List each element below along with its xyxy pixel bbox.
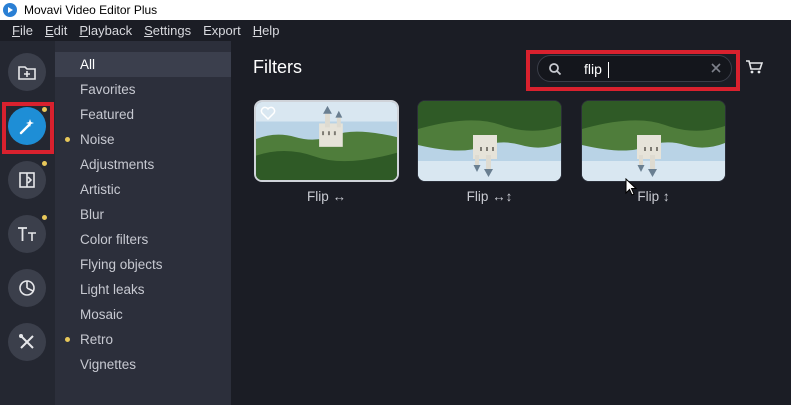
category-item[interactable]: All — [55, 52, 231, 77]
category-label: Featured — [80, 107, 135, 122]
category-item[interactable]: Favorites — [55, 77, 231, 102]
filters-panel: Filters flip Flip ↔ Flip ↔↕ Flip ↕ — [231, 41, 791, 405]
category-label: Light leaks — [80, 282, 145, 297]
category-item[interactable]: Color filters — [55, 227, 231, 252]
import-button[interactable] — [8, 53, 46, 91]
category-label: Vignettes — [80, 357, 137, 372]
menu-item[interactable]: File — [6, 23, 39, 38]
filter-thumbnail[interactable] — [581, 100, 726, 182]
filter-label: Flip ↕ — [637, 189, 670, 204]
category-label: Blur — [80, 207, 105, 222]
transitions-icon — [19, 172, 35, 188]
menu-item-mnemonic: P — [79, 23, 89, 38]
menu-item-mnemonic: E — [44, 23, 54, 38]
filter-label: Flip ↔↕ — [466, 189, 513, 204]
app-logo-icon — [3, 3, 17, 17]
menu-item-label: layback — [88, 23, 133, 38]
titles-button[interactable] — [8, 215, 46, 253]
menu-item-label: dit — [53, 23, 68, 38]
import-icon — [18, 66, 36, 80]
menu-item-label: elp — [262, 23, 280, 38]
filter-thumbnail[interactable] — [417, 100, 562, 182]
category-item[interactable]: Blur — [55, 202, 231, 227]
filter-card[interactable]: Flip ↔ — [254, 100, 399, 204]
page-title: Filters — [253, 57, 302, 77]
menu-item[interactable]: Playback — [73, 23, 138, 38]
title-bar: Movavi Video Editor Plus — [0, 0, 791, 20]
menu-item-mnemonic: S — [144, 23, 153, 38]
category-item[interactable]: Flying objects — [55, 252, 231, 277]
category-label: Retro — [80, 332, 114, 347]
category-item[interactable]: Featured — [55, 102, 231, 127]
menu-item[interactable]: Help — [247, 23, 286, 38]
category-item[interactable]: Noise — [55, 127, 231, 152]
new-badge-dot — [65, 337, 70, 342]
titles-icon — [18, 227, 36, 241]
category-item[interactable]: Light leaks — [55, 277, 231, 302]
transitions-button[interactable] — [8, 161, 46, 199]
filter-category-list: All Favorites Featured Noise Adjustments Arti… — [55, 41, 231, 405]
text-caret — [608, 62, 609, 78]
highlight-box-filters — [2, 102, 54, 154]
category-item[interactable]: Vignettes — [55, 352, 231, 377]
new-badge-dot — [65, 137, 70, 142]
new-badge-dot — [42, 215, 47, 220]
menu-bar: File Edit Playback Settings Export Help — [0, 20, 791, 41]
filter-card[interactable]: Flip ↕ — [581, 100, 726, 204]
category-label: Flying objects — [80, 257, 163, 272]
search-field[interactable]: flip — [537, 55, 732, 82]
store-cart-icon[interactable] — [745, 59, 763, 75]
more-tools-button[interactable] — [8, 323, 46, 361]
stickers-button[interactable] — [8, 269, 46, 307]
category-label: Color filters — [80, 232, 149, 247]
window-title: Movavi Video Editor Plus — [24, 3, 158, 17]
category-label: All — [80, 57, 96, 72]
tools-icon — [19, 334, 34, 349]
menu-item-label: Export — [203, 23, 241, 38]
menu-item[interactable]: Export — [197, 23, 247, 38]
category-label: Adjustments — [80, 157, 155, 172]
favorite-heart-icon[interactable] — [260, 106, 276, 120]
menu-item[interactable]: Settings — [138, 23, 197, 38]
menu-item-label: ile — [19, 23, 33, 38]
menu-item-label: ettings — [152, 23, 192, 38]
pie-sticker-icon — [19, 280, 35, 296]
left-toolbar — [0, 41, 55, 405]
category-item[interactable]: Adjustments — [55, 152, 231, 177]
menu-item-mnemonic: F — [12, 23, 20, 38]
category-label: Artistic — [80, 182, 121, 197]
menu-item-mnemonic: H — [252, 23, 263, 38]
category-label: Mosaic — [80, 307, 123, 322]
filter-label: Flip ↔ — [306, 189, 346, 204]
search-icon — [549, 63, 562, 76]
category-item[interactable]: Mosaic — [55, 302, 231, 327]
new-badge-dot — [42, 161, 47, 166]
category-label: Noise — [80, 132, 115, 147]
clear-search-icon[interactable] — [709, 61, 723, 75]
category-label: Favorites — [80, 82, 136, 97]
search-input[interactable]: flip — [584, 61, 602, 77]
category-item[interactable]: Retro — [55, 327, 231, 352]
category-item[interactable]: Artistic — [55, 177, 231, 202]
mouse-pointer-icon — [625, 178, 637, 196]
filter-card[interactable]: Flip ↔↕ — [417, 100, 562, 204]
menu-item[interactable]: Edit — [39, 23, 73, 38]
